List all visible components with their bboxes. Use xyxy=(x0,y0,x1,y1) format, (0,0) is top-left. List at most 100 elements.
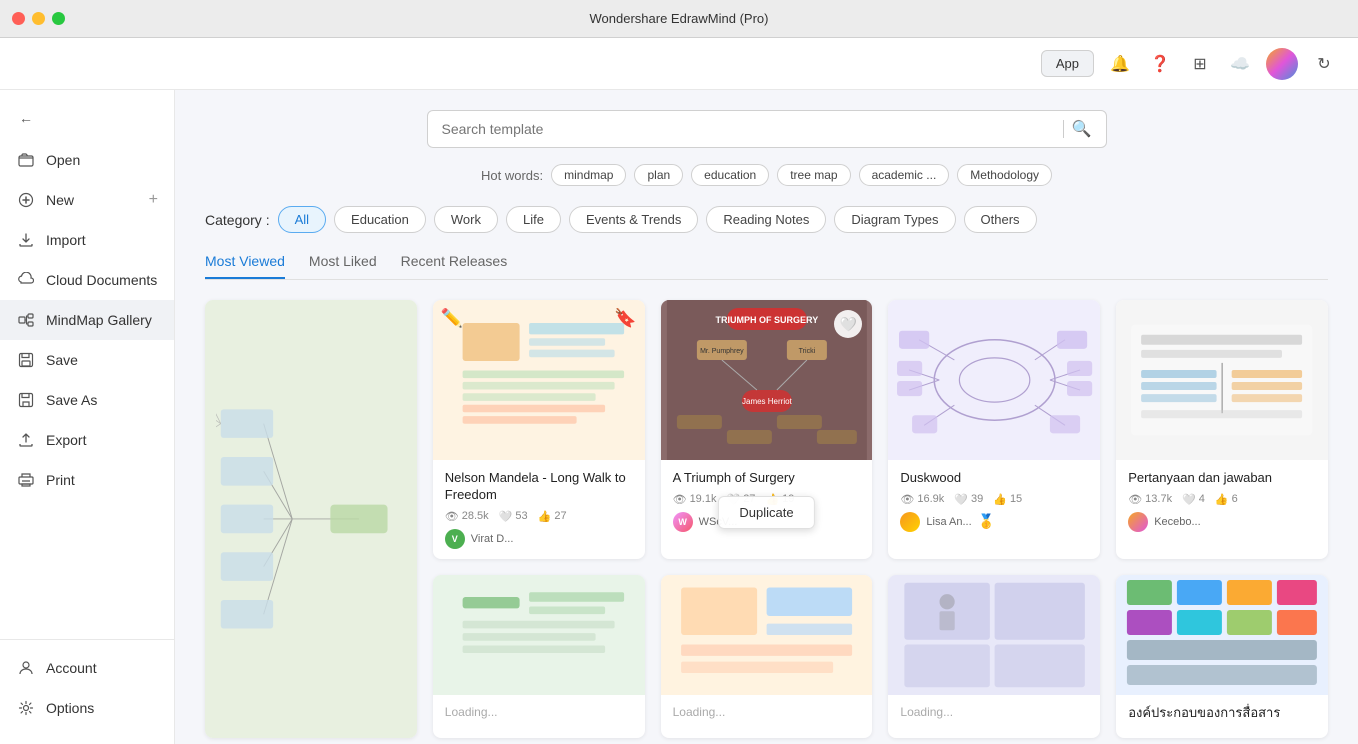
hotword-methodology[interactable]: Methodology xyxy=(957,164,1052,186)
sidebar-export-label: Export xyxy=(46,432,86,448)
sidebar-item-cloud[interactable]: Cloud Documents xyxy=(0,260,174,300)
help-icon[interactable]: ❓ xyxy=(1146,50,1174,78)
refresh-icon[interactable]: ↻ xyxy=(1310,50,1338,78)
sidebar-item-options[interactable]: Options xyxy=(0,688,174,728)
tab-most-liked[interactable]: Most Liked xyxy=(309,253,377,279)
options-icon xyxy=(16,698,36,718)
card-pertanyaan-info: Pertanyaan dan jawaban 👁 13.7k 🤍 4 👍 xyxy=(1116,460,1328,542)
tab-recent[interactable]: Recent Releases xyxy=(401,253,508,279)
cloud-icon[interactable]: ☁️ xyxy=(1226,50,1254,78)
card-duskwood-info: Duskwood 👁 16.9k 🤍 39 👍 15 xyxy=(888,460,1100,542)
card-duskwood-stats: 👁 16.9k 🤍 39 👍 15 xyxy=(900,493,1088,506)
share-icon: 👍 xyxy=(538,510,552,523)
titlebar: Wondershare EdrawMind (Pro) xyxy=(0,0,1358,38)
card-nelson-mandela[interactable]: ✏️ 🔖 Nelson Mandela - Long Walk to Freed… xyxy=(433,300,645,559)
mindmap-icon xyxy=(16,310,36,330)
account-icon xyxy=(16,658,36,678)
sidebar-save-label: Save xyxy=(46,352,78,368)
card-row2-nelson[interactable]: Loading... xyxy=(433,575,645,738)
sidebar-item-open[interactable]: Open xyxy=(0,140,174,180)
grid-icon[interactable]: ⊞ xyxy=(1186,50,1214,78)
hotword-education[interactable]: education xyxy=(691,164,769,186)
views-stat: 👁 28.5k xyxy=(445,510,489,523)
user-avatar[interactable] xyxy=(1266,48,1298,80)
card-siot-info: องค์ประกอบของการสื่อสาร xyxy=(1116,695,1328,738)
hotword-treemap[interactable]: tree map xyxy=(777,164,850,186)
card-nelson-author: V Virat D... xyxy=(445,529,633,549)
sidebar-item-saveas[interactable]: Save As xyxy=(0,380,174,420)
duplicate-overlay[interactable]: Duplicate xyxy=(718,496,814,529)
notification-icon[interactable]: 🔔 xyxy=(1106,50,1134,78)
category-reading[interactable]: Reading Notes xyxy=(706,206,826,233)
svg-text:Tricki: Tricki xyxy=(798,348,815,355)
sidebar-item-account[interactable]: Account xyxy=(0,648,174,688)
shares-stat: 👍 27 xyxy=(538,510,567,523)
sidebar-item-print[interactable]: Print xyxy=(0,460,174,500)
new-icon xyxy=(16,190,36,210)
open-icon xyxy=(16,150,36,170)
likes-stat: 🤍 53 xyxy=(499,510,528,523)
back-icon: ← xyxy=(16,108,36,128)
card-row2-surgery-info: Loading... xyxy=(661,695,873,737)
import-icon xyxy=(16,230,36,250)
traffic-lights xyxy=(12,12,65,25)
card-nelson-title: Nelson Mandela - Long Walk to Freedom xyxy=(445,470,633,504)
content-area: 🔍 Hot words: mindmap plan education tree… xyxy=(175,90,1358,744)
hotword-academic[interactable]: academic ... xyxy=(859,164,950,186)
print-icon xyxy=(16,470,36,490)
card-pertanyaan[interactable]: Pertanyaan dan jawaban 👁 13.7k 🤍 4 👍 xyxy=(1116,300,1328,559)
author-avatar: W xyxy=(673,512,693,532)
card-large-mindmap[interactable] xyxy=(205,300,417,738)
sidebar-item-mindmap[interactable]: MindMap Gallery xyxy=(0,300,174,340)
card-siot[interactable]: องค์ประกอบของการสื่อสาร xyxy=(1116,575,1328,738)
category-diagram[interactable]: Diagram Types xyxy=(834,206,955,233)
search-divider xyxy=(1063,120,1064,138)
author-avatar: V xyxy=(445,529,465,549)
close-button[interactable] xyxy=(12,12,25,25)
sidebar-item-export[interactable]: Export xyxy=(0,420,174,460)
app-button[interactable]: App xyxy=(1041,50,1094,77)
card-duskwood-title: Duskwood xyxy=(900,470,1088,487)
card-pertanyaan-stats: 👁 13.7k 🤍 4 👍 6 xyxy=(1128,493,1316,506)
search-button[interactable]: 🔍 xyxy=(1072,119,1092,139)
main-layout: ← Open New + Import xyxy=(0,90,1358,744)
tab-most-viewed[interactable]: Most Viewed xyxy=(205,253,285,279)
hotword-plan[interactable]: plan xyxy=(634,164,683,186)
sidebar-back[interactable]: ← xyxy=(0,98,174,140)
search-container: 🔍 xyxy=(205,110,1328,148)
category-life[interactable]: Life xyxy=(506,206,561,233)
card-row2-surgery-title: Loading... xyxy=(673,705,861,721)
card-duskwood[interactable]: Duskwood 👁 16.9k 🤍 39 👍 15 xyxy=(888,300,1100,559)
sidebar-item-new[interactable]: New + xyxy=(0,180,174,220)
hotword-mindmap[interactable]: mindmap xyxy=(551,164,626,186)
sidebar-mindmap-label: MindMap Gallery xyxy=(46,312,152,328)
minimize-button[interactable] xyxy=(32,12,45,25)
card-pertanyaan-title: Pertanyaan dan jawaban xyxy=(1128,470,1316,487)
card-pertanyaan-author: Kecebo... xyxy=(1128,512,1316,532)
sidebar: ← Open New + Import xyxy=(0,90,175,744)
saveas-icon xyxy=(16,390,36,410)
category-education[interactable]: Education xyxy=(334,206,426,233)
category-row: Category : All Education Work Life Event… xyxy=(205,206,1328,233)
sidebar-item-save[interactable]: Save xyxy=(0,340,174,380)
card-triumph-surgery[interactable]: TRIUMPH OF SURGERY Mr. Pumphrey Tricki J… xyxy=(661,300,873,559)
new-plus-icon: + xyxy=(149,191,158,209)
category-others[interactable]: Others xyxy=(964,206,1037,233)
category-label: Category : xyxy=(205,212,270,228)
views-icon: 👁 xyxy=(445,510,459,523)
card-row2-duskwood[interactable]: Loading... xyxy=(888,575,1100,738)
author-avatar xyxy=(1128,512,1148,532)
sidebar-import-label: Import xyxy=(46,232,86,248)
search-input[interactable] xyxy=(442,121,1055,137)
category-events[interactable]: Events & Trends xyxy=(569,206,698,233)
card-row2-info: Loading... xyxy=(433,695,645,737)
sidebar-new-label: New xyxy=(46,192,74,208)
fullscreen-button[interactable] xyxy=(52,12,65,25)
sidebar-item-import[interactable]: Import xyxy=(0,220,174,260)
category-work[interactable]: Work xyxy=(434,206,498,233)
svg-text:Mr. Pumphrey: Mr. Pumphrey xyxy=(700,348,744,355)
category-all[interactable]: All xyxy=(278,206,326,233)
card-row2-surgery[interactable]: Loading... xyxy=(661,575,873,738)
app-title: Wondershare EdrawMind (Pro) xyxy=(590,11,769,26)
sidebar-bottom: Account Options xyxy=(0,639,174,736)
